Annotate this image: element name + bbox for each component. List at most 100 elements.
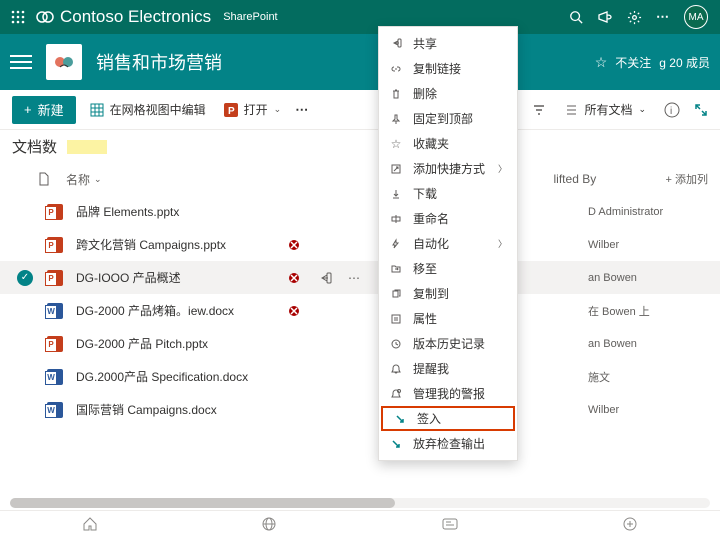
- globe-icon[interactable]: [261, 516, 277, 532]
- menu-item-alert[interactable]: 提醒我: [379, 356, 517, 381]
- menu-item-prop[interactable]: 属性: [379, 306, 517, 331]
- menu-item-label: 共享: [413, 35, 437, 52]
- powerpoint-icon: [46, 204, 64, 220]
- row-checkbox[interactable]: ✓: [16, 270, 34, 286]
- file-type-header-icon[interactable]: [38, 172, 54, 186]
- filter-icon[interactable]: [532, 103, 546, 117]
- file-name[interactable]: 跨文化营销 Campaigns.pptx: [76, 236, 276, 253]
- library-name: 文档数: [12, 136, 57, 157]
- hist-icon: [389, 338, 403, 350]
- del-icon: [389, 88, 403, 100]
- file-name[interactable]: 品牌 Elements.pptx: [76, 203, 276, 220]
- megaphone-icon[interactable]: [597, 10, 613, 24]
- site-title: 销售和市场营销: [96, 49, 222, 75]
- expand-icon[interactable]: [694, 103, 708, 117]
- in-icon: [393, 413, 407, 425]
- menu-item-copy[interactable]: 复制到: [379, 281, 517, 306]
- name-column-header[interactable]: 名称⌄: [66, 171, 286, 188]
- grid-icon: [90, 103, 104, 117]
- home-icon[interactable]: [82, 516, 98, 532]
- table-row[interactable]: DG-2000 产品烤箱。iew.docx 在 Bowen 上: [0, 294, 720, 327]
- menu-item-label: 删除: [413, 85, 437, 102]
- table-row[interactable]: DG.2000产品 Specification.docx 施文: [0, 360, 720, 393]
- menu-item-label: 重命名: [413, 210, 449, 227]
- table-row[interactable]: 品牌 Elements.pptx D Administrator: [0, 195, 720, 228]
- menu-item-discard[interactable]: 放弃检查输出: [379, 431, 517, 456]
- share-icon[interactable]: [318, 271, 336, 285]
- view-button[interactable]: 所有文档⌄: [560, 101, 650, 118]
- table-row[interactable]: 国际营销 Campaigns.docx Wilber: [0, 393, 720, 426]
- menu-item-label: 版本历史记录: [413, 335, 485, 352]
- menu-item-ren[interactable]: 重命名: [379, 206, 517, 231]
- menu-item-link[interactable]: 复制链接: [379, 56, 517, 81]
- app-launcher-icon[interactable]: [6, 5, 30, 29]
- table-row[interactable]: ✓ DG-IOOO 产品概述 ⋯ an Bowen: [0, 261, 720, 294]
- hamburger-icon[interactable]: [10, 55, 32, 69]
- site-logo[interactable]: [46, 44, 82, 80]
- avatar[interactable]: MA: [684, 5, 708, 29]
- suite-bar: Contoso Electronics SharePoint ⋯ MA: [0, 0, 720, 34]
- org-logo-icon: [36, 8, 54, 26]
- table-row[interactable]: DG-2000 产品 Pitch.pptx an Bowen: [0, 327, 720, 360]
- plus-icon: +: [24, 102, 32, 117]
- news-icon[interactable]: [441, 517, 459, 531]
- menu-item-label: 添加快捷方式: [413, 160, 485, 177]
- file-name[interactable]: DG-2000 产品 Pitch.pptx: [76, 335, 276, 352]
- menu-item-pin[interactable]: 固定到顶部: [379, 106, 517, 131]
- auto-icon: [389, 238, 403, 250]
- add-column-button[interactable]: + 添加列: [666, 171, 708, 187]
- row-more-icon[interactable]: ⋯: [348, 271, 366, 285]
- grid-edit-button[interactable]: 在网格视图中编辑: [86, 101, 210, 118]
- status-icon: [288, 239, 306, 251]
- search-icon[interactable]: [569, 10, 583, 24]
- menu-item-hist[interactable]: 版本历史记录: [379, 331, 517, 356]
- menu-item-in[interactable]: 签入: [381, 406, 515, 431]
- chevron-down-icon: ⌄: [94, 174, 102, 185]
- menu-item-mgr[interactable]: 管理我的警报: [379, 381, 517, 406]
- menu-item-share[interactable]: 共享: [379, 31, 517, 56]
- open-button[interactable]: P打开⌄: [220, 101, 286, 118]
- more-icon[interactable]: ⋯: [656, 9, 670, 25]
- menu-item-del[interactable]: 删除: [379, 81, 517, 106]
- org-name: Contoso Electronics: [60, 7, 211, 27]
- menu-item-star[interactable]: ☆收藏夹: [379, 131, 517, 156]
- table-row[interactable]: 跨文化营销 Campaigns.pptx Wilber: [0, 228, 720, 261]
- bottom-bar: [0, 510, 720, 536]
- follow-star-icon[interactable]: ☆: [595, 54, 608, 71]
- file-name[interactable]: 国际营销 Campaigns.docx: [76, 401, 276, 418]
- horizontal-scrollbar[interactable]: [10, 498, 710, 508]
- app-name: SharePoint: [223, 11, 277, 23]
- members-label[interactable]: g 20 成员: [659, 54, 710, 71]
- menu-item-down[interactable]: 下载: [379, 181, 517, 206]
- file-name[interactable]: DG-2000 产品烤箱。iew.docx: [76, 302, 276, 319]
- menu-item-label: 管理我的警报: [413, 385, 485, 402]
- menu-item-label: 属性: [413, 310, 437, 327]
- new-button[interactable]: +新建: [12, 96, 76, 124]
- info-icon[interactable]: i: [664, 102, 680, 118]
- menu-item-move[interactable]: 移至: [379, 256, 517, 281]
- chevron-right-icon: 〉: [498, 162, 507, 175]
- powerpoint-icon: P: [224, 103, 238, 117]
- menu-item-label: 移至: [413, 260, 437, 277]
- menu-item-label: 自动化: [413, 235, 449, 252]
- menu-item-label: 复制到: [413, 285, 449, 302]
- scrollbar-thumb[interactable]: [10, 498, 395, 508]
- menu-item-label: 下载: [413, 185, 437, 202]
- lifted-column-header[interactable]: lifted By: [554, 172, 654, 186]
- lifted-by: an Bowen: [588, 338, 708, 350]
- follow-label[interactable]: 不关注: [615, 54, 651, 71]
- more-commands-icon[interactable]: ⋯: [295, 102, 309, 118]
- command-bar: +新建 在网格视图中编辑 P打开⌄ ⋯ 所有文档⌄ i: [0, 90, 720, 130]
- add-icon[interactable]: [622, 516, 638, 532]
- menu-item-short[interactable]: 添加快捷方式〉: [379, 156, 517, 181]
- move-icon: [389, 263, 403, 275]
- file-name[interactable]: DG.2000产品 Specification.docx: [76, 368, 276, 385]
- context-menu: 共享复制链接删除固定到顶部☆收藏夹添加快捷方式〉下载重命名自动化〉移至复制到属性…: [378, 26, 518, 461]
- menu-item-auto[interactable]: 自动化〉: [379, 231, 517, 256]
- word-icon: [46, 303, 64, 319]
- pin-icon: [389, 113, 403, 125]
- prop-icon: [389, 313, 403, 325]
- file-name[interactable]: DG-IOOO 产品概述: [76, 269, 276, 286]
- chevron-down-icon: ⌄: [638, 104, 646, 115]
- settings-icon[interactable]: [627, 10, 642, 25]
